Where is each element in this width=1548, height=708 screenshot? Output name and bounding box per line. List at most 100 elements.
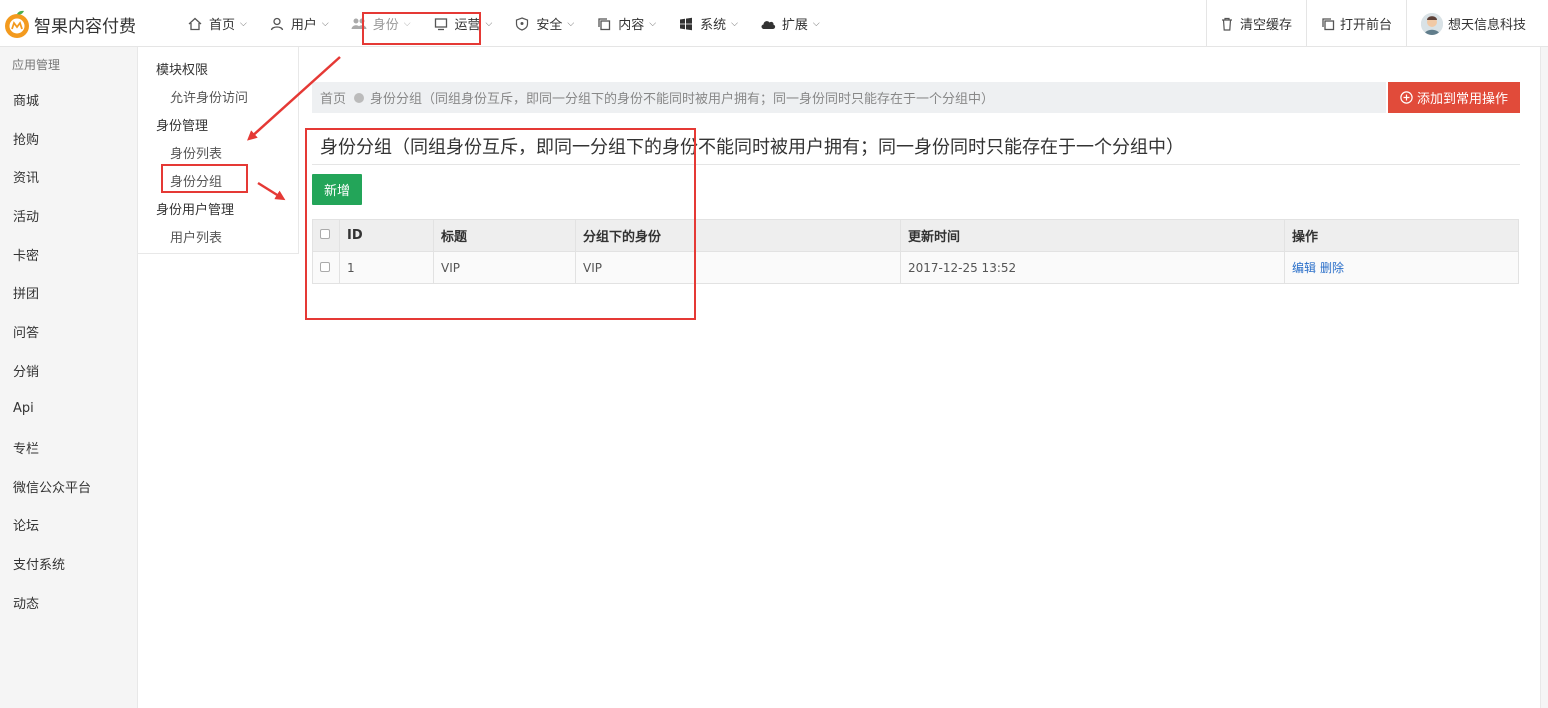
user-menu[interactable]: 想天信息科技 xyxy=(1405,0,1540,47)
sidebar-item-api[interactable]: Api xyxy=(0,390,137,429)
chevron-down-icon: ⌵ xyxy=(567,18,575,29)
sidebar-title: 应用管理 xyxy=(12,58,61,72)
clear-cache-label: 清空缓存 xyxy=(1239,18,1292,33)
scrollbar[interactable] xyxy=(1540,47,1548,708)
user-icon xyxy=(269,16,285,32)
select-all-cell xyxy=(312,219,340,252)
header-tools: 清空缓存 打开前台 想天信息科技 xyxy=(1205,0,1540,47)
sidebar-item-mall[interactable]: 商城 xyxy=(0,80,137,119)
submenu-group-identity-manage: 身份管理 xyxy=(156,118,209,134)
add-to-common-label: 添加到常用操作 xyxy=(1416,92,1508,107)
home-icon xyxy=(187,16,203,32)
trash-icon xyxy=(1221,17,1235,31)
chevron-down-icon: ⌵ xyxy=(240,18,247,29)
nav-home-label: 首页 xyxy=(209,18,236,33)
sidebar-item-group-buy[interactable]: 拼团 xyxy=(0,273,137,312)
chevron-down-icon: ⌵ xyxy=(485,18,493,29)
windows-icon xyxy=(678,16,694,32)
nav-system[interactable]: 系统 ⌵ xyxy=(667,0,749,47)
column-header-id[interactable]: ID xyxy=(339,219,434,252)
nav-security-label: 安全 xyxy=(536,18,563,33)
app-logo[interactable]: 智果内容付费 xyxy=(0,7,136,41)
chevron-down-icon: ⌵ xyxy=(403,18,411,29)
plus-circle-icon xyxy=(1400,91,1413,104)
sidebar-item-wechat[interactable]: 微信公众平台 xyxy=(0,467,137,506)
sidebar-item-card-key[interactable]: 卡密 xyxy=(0,235,137,274)
breadcrumb-home[interactable]: 首页 xyxy=(320,88,346,107)
nav-operation-label: 运营 xyxy=(454,18,481,33)
nav-identity[interactable]: 身份 ⌵ xyxy=(340,0,422,47)
users-icon xyxy=(351,16,367,32)
column-header-updated[interactable]: 更新时间 xyxy=(900,219,1285,252)
edit-link[interactable]: 编辑 xyxy=(1292,261,1316,275)
cloud-icon xyxy=(760,16,776,32)
nav-user-label: 用户 xyxy=(290,18,317,33)
breadcrumb-current: 身份分组（同组身份互斥，即同一分组下的身份不能同时被用户拥有；同一身份同时只能存… xyxy=(370,92,995,107)
sidebar-item-forum[interactable]: 论坛 xyxy=(0,506,137,545)
shield-icon xyxy=(514,16,530,32)
sidebar-item-distribution[interactable]: 分销 xyxy=(0,351,137,390)
nav-operation[interactable]: 运营 ⌵ xyxy=(422,0,504,47)
sidebar-item-news[interactable]: 资讯 xyxy=(0,157,137,196)
chevron-down-icon: ⌵ xyxy=(731,18,738,29)
add-to-common-button[interactable]: 添加到常用操作 xyxy=(1388,82,1520,113)
nav-security[interactable]: 安全 ⌵ xyxy=(503,0,585,47)
cell-actions: 编辑 删除 xyxy=(1284,251,1519,284)
table-header-row: ID 标题 分组下的身份 更新时间 操作 xyxy=(312,219,1519,252)
submenu-item-identity-list[interactable]: 身份列表 xyxy=(138,138,298,166)
chevron-down-icon: ⌵ xyxy=(321,18,329,29)
sidebar-item-event[interactable]: 活动 xyxy=(0,196,137,235)
select-all-checkbox[interactable] xyxy=(320,229,330,239)
cell-title: VIP xyxy=(433,251,576,284)
breadcrumb-separator-icon xyxy=(354,92,365,103)
nav-content-label: 内容 xyxy=(618,18,645,33)
sidebar-item-feed[interactable]: 动态 xyxy=(0,583,137,622)
sidebar-item-qa[interactable]: 问答 xyxy=(0,312,137,351)
nav-extend[interactable]: 扩展 ⌵ xyxy=(749,0,831,47)
cell-updated: 2017-12-25 13:52 xyxy=(900,251,1285,284)
clear-cache-button[interactable]: 清空缓存 xyxy=(1205,0,1306,47)
submenu-group-identity-user: 身份用户管理 xyxy=(156,202,235,218)
table-row: 1 VIP VIP 2017-12-25 13:52 编辑 删除 xyxy=(312,251,1519,284)
identity-group-table: ID 标题 分组下的身份 更新时间 操作 1 VIP VIP 2017-12-2… xyxy=(312,219,1519,284)
cell-id: 1 xyxy=(339,251,434,284)
new-button[interactable]: 新增 xyxy=(312,174,362,205)
user-name: 想天信息科技 xyxy=(1447,18,1526,33)
submenu-item-allow-access[interactable]: 允许身份访问 xyxy=(138,82,298,110)
monitor-icon xyxy=(433,16,449,32)
open-front-button[interactable]: 打开前台 xyxy=(1305,0,1406,47)
row-checkbox[interactable] xyxy=(320,261,330,272)
nav-identity-label: 身份 xyxy=(372,18,399,33)
row-select-cell xyxy=(312,251,340,284)
delete-link[interactable]: 删除 xyxy=(1320,261,1344,275)
submenu-group-module-permission: 模块权限 xyxy=(156,62,209,78)
nav-user[interactable]: 用户 ⌵ xyxy=(258,0,340,47)
breadcrumb: 首页 身份分组（同组身份互斥，即同一分组下的身份不能同时被用户拥有；同一身份同时… xyxy=(312,82,1386,113)
chevron-down-icon: ⌵ xyxy=(649,18,657,29)
orange-logo-icon xyxy=(5,10,29,38)
column-header-actions: 操作 xyxy=(1284,219,1519,252)
avatar xyxy=(1420,12,1443,35)
title-divider xyxy=(312,164,1520,165)
sidebar-item-flash-sale[interactable]: 抢购 xyxy=(0,119,137,158)
nav-system-label: 系统 xyxy=(700,18,727,33)
sidebar-item-payment[interactable]: 支付系统 xyxy=(0,544,137,583)
page-title: 身份分组（同组身份互斥，即同一分组下的身份不能同时被用户拥有；同一身份同时只能存… xyxy=(320,137,1184,158)
app-name: 智果内容付费 xyxy=(34,16,136,37)
copy-icon xyxy=(596,16,612,32)
main-nav: 首页 ⌵ 用户 ⌵ 身份 ⌵ 运营 ⌵ 安全 ⌵ 内容 ⌵ 系统 ⌵ 扩展 ⌵ xyxy=(176,0,831,47)
column-header-title[interactable]: 标题 xyxy=(433,219,576,252)
app-sidebar: 应用管理 商城 抢购 资讯 活动 卡密 拼团 问答 分销 Api 专栏 微信公众… xyxy=(0,47,138,708)
nav-content[interactable]: 内容 ⌵ xyxy=(585,0,667,47)
nav-home[interactable]: 首页 ⌵ xyxy=(176,0,258,47)
submenu-item-identity-group[interactable]: 身份分组 xyxy=(138,166,298,194)
copy-icon xyxy=(1321,17,1335,31)
top-navbar: 智果内容付费 首页 ⌵ 用户 ⌵ 身份 ⌵ 运营 ⌵ 安全 ⌵ 内容 ⌵ 系统 … xyxy=(0,0,1548,47)
column-header-identities[interactable]: 分组下的身份 xyxy=(575,219,901,252)
sub-menu: 模块权限 允许身份访问 身份管理 身份列表 身份分组 身份用户管理 用户列表 xyxy=(138,47,299,254)
sidebar-item-column[interactable]: 专栏 xyxy=(0,428,137,467)
chevron-down-icon: ⌵ xyxy=(812,18,820,29)
nav-extend-label: 扩展 xyxy=(781,18,808,33)
open-front-label: 打开前台 xyxy=(1339,18,1392,33)
submenu-item-user-list[interactable]: 用户列表 xyxy=(138,222,298,250)
